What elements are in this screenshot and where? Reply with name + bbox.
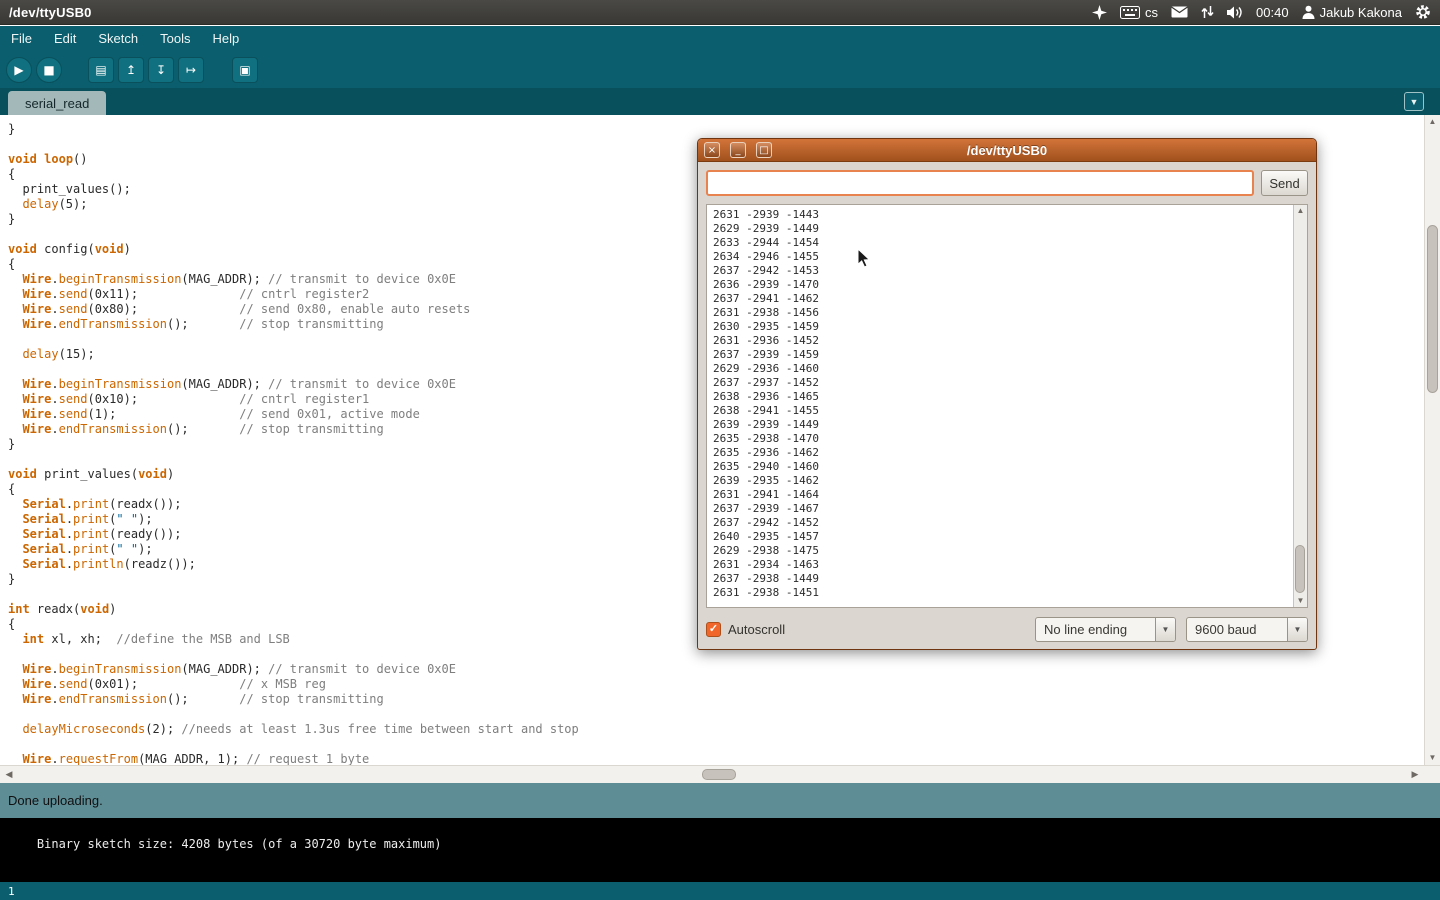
keyboard-layout-label: cs	[1145, 5, 1158, 20]
serial-monitor-titlebar[interactable]: × _ □ /dev/ttyUSB0	[698, 139, 1316, 162]
menu-bar: File Edit Sketch Tools Help	[0, 26, 1440, 51]
status-message: Done uploading.	[8, 793, 103, 808]
serial-monitor-title: /dev/ttyUSB0	[967, 143, 1047, 158]
editor-horizontal-scrollbar[interactable]: ◀ ▶	[0, 765, 1424, 783]
baud-rate-value: 9600 baud	[1187, 618, 1287, 641]
serial-scroll-up-icon[interactable]: ▲	[1294, 206, 1307, 216]
maximize-button[interactable]: □	[756, 142, 772, 158]
scrollbar-corner	[1424, 765, 1440, 783]
network-transfer-icon[interactable]	[1201, 5, 1214, 19]
window-controls: × _ □	[704, 142, 772, 158]
console-output: Binary sketch size: 4208 bytes (of a 307…	[0, 818, 1440, 882]
menu-file[interactable]: File	[0, 28, 43, 49]
serial-output-scrollbar[interactable]: ▲ ▼	[1293, 205, 1307, 607]
upload-button[interactable]: ↦	[178, 57, 204, 83]
baud-rate-dropdown-icon[interactable]: ▼	[1287, 618, 1307, 641]
tab-bar: serial_read ▼	[0, 88, 1440, 115]
footer-strip: 1	[0, 882, 1440, 900]
minimize-button[interactable]: _	[730, 142, 746, 158]
menu-edit[interactable]: Edit	[43, 28, 87, 49]
scroll-down-arrow-icon[interactable]: ▼	[1425, 753, 1440, 763]
autoscroll-label: Autoscroll	[728, 622, 785, 637]
mouse-cursor	[857, 248, 877, 270]
serial-monitor-button[interactable]: ▣	[232, 57, 258, 83]
username-label: Jakub Kakona	[1320, 5, 1402, 20]
baud-rate-select[interactable]: 9600 baud ▼	[1186, 617, 1308, 642]
autoscroll-checkbox[interactable]: ✓	[706, 622, 721, 637]
system-tray: cs 00:40 Jakub Kakona	[1092, 4, 1431, 20]
vertical-scroll-thumb[interactable]	[1427, 225, 1438, 393]
tab-menu-button[interactable]: ▼	[1404, 92, 1424, 111]
scroll-left-arrow-icon[interactable]: ◀	[2, 766, 16, 783]
serial-scroll-down-icon[interactable]: ▼	[1294, 596, 1307, 606]
scroll-up-arrow-icon[interactable]: ▲	[1425, 117, 1440, 127]
ubuntu-top-panel: /dev/ttyUSB0 cs 00:40 Jakub Kakona	[0, 0, 1440, 25]
indicator-star-icon[interactable]	[1092, 5, 1107, 20]
serial-scroll-thumb[interactable]	[1295, 545, 1305, 593]
menu-sketch[interactable]: Sketch	[87, 28, 149, 49]
user-icon	[1302, 5, 1315, 19]
serial-monitor-controls: ✓ Autoscroll No line ending ▼ 9600 baud …	[706, 616, 1308, 643]
line-ending-value: No line ending	[1036, 618, 1155, 641]
serial-input-row: Send	[706, 170, 1308, 196]
session-gear-icon[interactable]	[1415, 4, 1431, 20]
console-text: Binary sketch size: 4208 bytes (of a 307…	[37, 837, 442, 851]
close-button[interactable]: ×	[704, 142, 720, 158]
open-button[interactable]: ↥	[118, 57, 144, 83]
menu-tools[interactable]: Tools	[149, 28, 201, 49]
window-title: /dev/ttyUSB0	[9, 5, 92, 20]
keyboard-icon	[1120, 6, 1140, 19]
toolbar: ▶ ■ ▤ ↥ ↧ ↦ ▣	[0, 51, 1440, 88]
horizontal-scroll-thumb[interactable]	[702, 769, 736, 780]
mail-icon[interactable]	[1171, 6, 1188, 18]
save-button[interactable]: ↧	[148, 57, 174, 83]
serial-monitor-window[interactable]: × _ □ /dev/ttyUSB0 Send 2631 -2939 -1443…	[697, 138, 1317, 650]
new-sketch-button[interactable]: ▤	[88, 57, 114, 83]
line-ending-select[interactable]: No line ending ▼	[1035, 617, 1176, 642]
clock[interactable]: 00:40	[1256, 5, 1289, 20]
keyboard-layout-indicator[interactable]: cs	[1120, 5, 1158, 20]
line-number-indicator: 1	[8, 885, 15, 898]
screen: /dev/ttyUSB0 cs 00:40 Jakub Kakona	[0, 0, 1440, 900]
tab-serial-read[interactable]: serial_read	[8, 91, 106, 115]
serial-output-text: 2631 -2939 -14432629 -2939 -14492633 -29…	[707, 205, 1293, 607]
serial-output-area[interactable]: 2631 -2939 -14432629 -2939 -14492633 -29…	[706, 204, 1308, 608]
send-button[interactable]: Send	[1261, 170, 1308, 196]
user-menu[interactable]: Jakub Kakona	[1302, 5, 1402, 20]
stop-button[interactable]: ■	[36, 57, 62, 83]
volume-icon[interactable]	[1227, 6, 1243, 19]
line-ending-dropdown-icon[interactable]: ▼	[1155, 618, 1175, 641]
serial-monitor-body: Send 2631 -2939 -14432629 -2939 -1449263…	[698, 162, 1316, 651]
verify-button[interactable]: ▶	[6, 57, 32, 83]
scroll-right-arrow-icon[interactable]: ▶	[1408, 766, 1422, 783]
editor-vertical-scrollbar[interactable]: ▲ ▼	[1424, 115, 1440, 765]
status-bar: Done uploading.	[0, 783, 1440, 818]
serial-send-input[interactable]	[706, 170, 1254, 196]
menu-help[interactable]: Help	[201, 28, 250, 49]
